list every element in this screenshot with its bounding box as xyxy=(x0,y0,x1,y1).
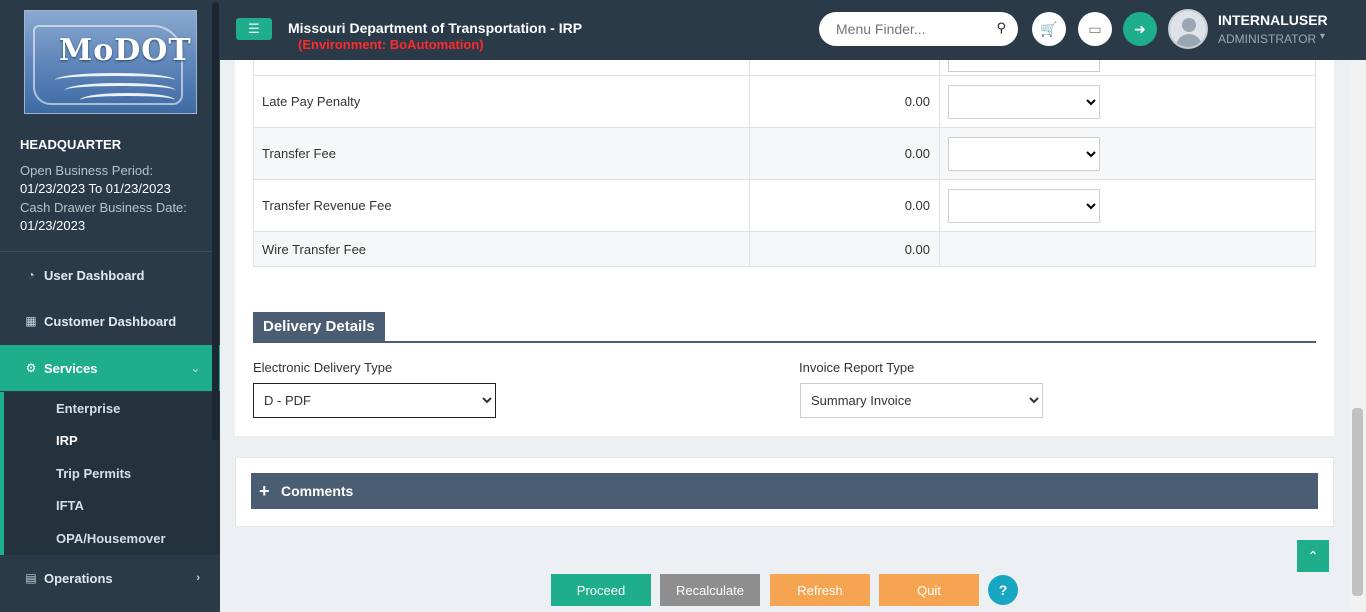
menu-finder: ⚲ xyxy=(819,12,1018,46)
chevron-down-icon: ⌄ xyxy=(190,362,200,375)
modot-logo: MoDOT xyxy=(24,10,197,114)
fee-name: Late Pay Penalty xyxy=(253,75,750,128)
fee-name: Transfer Revenue Fee xyxy=(253,179,750,232)
services-submenu: Enterprise IRP Trip Permits IFTA OPA/Hou… xyxy=(0,392,220,555)
help-button[interactable]: ? xyxy=(988,575,1018,605)
menu-toggle-button[interactable]: ☰ xyxy=(236,18,272,40)
office-name: HEADQUARTER xyxy=(20,137,122,152)
submenu-opa-housemover[interactable]: OPA/Housemover xyxy=(56,531,166,546)
nav-operations[interactable]: ▤ Operations › xyxy=(0,555,220,601)
grid-icon: ▦ xyxy=(25,314,37,328)
sidebar-scrollbar[interactable] xyxy=(212,2,219,440)
fee-select[interactable] xyxy=(948,188,1100,223)
comments-title: Comments xyxy=(281,483,354,499)
comments-toggle[interactable]: + Comments xyxy=(251,473,1318,509)
scrollbar-thumb[interactable] xyxy=(1352,408,1363,596)
fee-name: Wire Transfer Fee xyxy=(253,231,750,267)
avatar-head xyxy=(1182,18,1196,32)
table-row: Transfer Revenue Fee 0.00 xyxy=(253,179,1316,232)
recalculate-button[interactable]: Recalculate xyxy=(660,574,760,606)
electronic-delivery-select[interactable]: D - PDF xyxy=(253,383,496,418)
nav-user-dashboard[interactable]: ◔ User Dashboard xyxy=(0,252,220,298)
open-period-value: 01/23/2023 To 01/23/2023 xyxy=(20,181,171,196)
avatar-body xyxy=(1176,34,1202,47)
fee-select[interactable] xyxy=(948,136,1100,171)
server-icon: ▤ xyxy=(25,571,37,585)
quit-button[interactable]: Quit xyxy=(879,574,979,606)
page-scrollbar[interactable] xyxy=(1350,60,1366,612)
fee-amount: 0.00 xyxy=(749,231,940,267)
sign-out-icon: ➜ xyxy=(1134,21,1146,37)
open-period-label: Open Business Period: xyxy=(20,163,153,178)
cash-drawer-value: 01/23/2023 xyxy=(20,218,86,233)
app-title: Missouri Department of Transportation - … xyxy=(288,20,583,36)
logo-wave xyxy=(80,93,175,107)
user-role[interactable]: ADMINISTRATOR xyxy=(1218,32,1316,46)
submenu-trip-permits[interactable]: Trip Permits xyxy=(56,466,131,481)
chevron-right-icon: › xyxy=(196,572,200,584)
table-row xyxy=(253,60,1316,76)
submenu-ifta[interactable]: IFTA xyxy=(56,498,84,513)
table-row: Late Pay Penalty 0.00 xyxy=(253,75,1316,128)
display-button[interactable]: ▭ xyxy=(1078,12,1112,46)
electronic-delivery-label: Electronic Delivery Type xyxy=(253,360,393,375)
back-to-top-button[interactable]: ⌃ xyxy=(1297,540,1329,572)
logo-text: MoDOT xyxy=(59,33,192,68)
chevron-up-icon: ⌃ xyxy=(1307,548,1319,564)
monitor-icon: ▭ xyxy=(1088,21,1102,37)
user-name: INTERNALUSER xyxy=(1218,12,1328,28)
fee-select[interactable] xyxy=(948,84,1100,119)
nav-customer-dashboard[interactable]: ▦ Customer Dashboard xyxy=(0,298,220,344)
search-icon[interactable]: ⚲ xyxy=(996,20,1006,36)
cart-button[interactable]: 🛒 xyxy=(1032,12,1066,46)
table-row: Wire Transfer Fee 0.00 xyxy=(253,231,1316,267)
fees-card: Late Pay Penalty 0.00 Transfer Fee 0.00 … xyxy=(235,60,1334,436)
fee-select-partial[interactable] xyxy=(948,60,1100,72)
plus-icon: + xyxy=(259,481,270,501)
fee-amount: 0.00 xyxy=(749,75,940,128)
main-content: Late Pay Penalty 0.00 Transfer Fee 0.00 … xyxy=(220,60,1350,612)
invoice-report-label: Invoice Report Type xyxy=(799,360,915,375)
fee-amount: 0.00 xyxy=(749,179,940,232)
comments-card: + Comments xyxy=(235,457,1334,527)
proceed-button[interactable]: Proceed xyxy=(551,574,651,606)
table-row: Transfer Fee 0.00 xyxy=(253,127,1316,180)
hamburger-icon: ☰ xyxy=(248,21,260,36)
dashboard-icon: ◔ xyxy=(27,268,35,282)
cash-drawer-label: Cash Drawer Business Date: xyxy=(20,200,187,215)
nav-services[interactable]: ⚙ Services ⌄ xyxy=(0,345,220,391)
cart-icon: 🛒 xyxy=(1040,21,1058,37)
invoice-report-select[interactable]: Summary Invoice xyxy=(800,383,1043,418)
caret-down-icon[interactable]: ▾ xyxy=(1320,31,1325,42)
sidebar: MoDOT HEADQUARTER Open Business Period: … xyxy=(0,0,220,612)
nav-label: Services xyxy=(44,360,98,376)
menu-finder-input[interactable] xyxy=(836,19,986,39)
environment-label: (Environment: BoAutomation) xyxy=(298,37,484,52)
gears-icon: ⚙ xyxy=(25,361,37,375)
top-bar: ☰ Missouri Department of Transportation … xyxy=(220,0,1366,60)
delivery-details-header: Delivery Details xyxy=(253,312,385,342)
fee-name: Transfer Fee xyxy=(253,127,750,180)
nav-label: Customer Dashboard xyxy=(44,313,177,329)
nav-label: Operations xyxy=(44,570,113,586)
nav-label: User Dashboard xyxy=(44,267,145,283)
avatar[interactable] xyxy=(1168,9,1208,49)
submenu-enterprise[interactable]: Enterprise xyxy=(56,401,120,416)
fee-amount: 0.00 xyxy=(749,127,940,180)
submenu-irp[interactable]: IRP xyxy=(56,433,78,448)
logout-button[interactable]: ➜ xyxy=(1123,12,1157,46)
fee-table: Late Pay Penalty 0.00 Transfer Fee 0.00 … xyxy=(253,60,1316,267)
section-divider xyxy=(253,341,1316,343)
refresh-button[interactable]: Refresh xyxy=(770,574,870,606)
